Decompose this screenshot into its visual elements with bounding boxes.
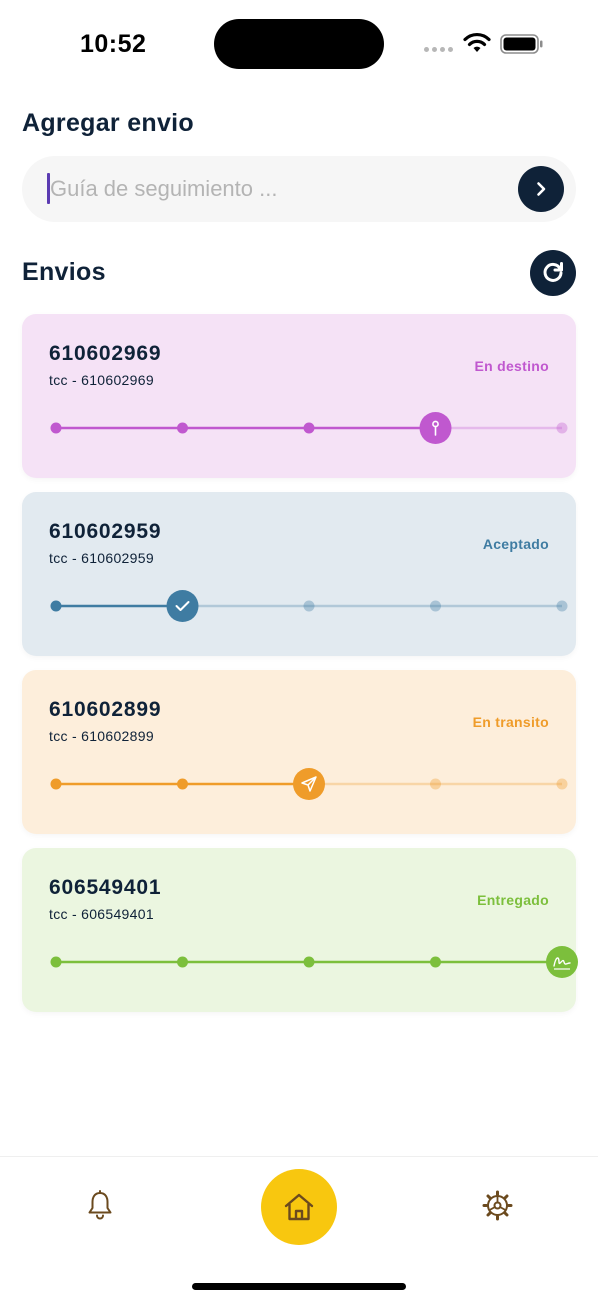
shipment-number: 606549401 <box>49 876 162 899</box>
home-icon <box>284 1193 314 1221</box>
chevron-right-icon <box>537 182 546 196</box>
tab-notifications[interactable] <box>86 1189 114 1221</box>
shipment-progress-track <box>50 412 568 444</box>
shipment-number: 610602969 <box>49 342 162 365</box>
tab-home[interactable] <box>261 1169 337 1245</box>
refresh-button[interactable] <box>530 250 576 296</box>
shipment-number: 610602959 <box>49 520 162 543</box>
shipment-status: Aceptado <box>482 536 549 552</box>
signature-icon <box>546 946 578 978</box>
shipment-card[interactable]: 610602969 tcc - 610602969 En destino <box>22 314 576 478</box>
tracking-search-box <box>22 156 576 222</box>
progress-step-done <box>177 956 188 968</box>
check-icon <box>166 590 199 622</box>
progress-step-done <box>50 600 62 612</box>
dynamic-island <box>214 19 384 69</box>
shipment-carrier: tcc - 606549401 <box>49 906 154 922</box>
progress-step-done <box>303 422 315 434</box>
shipment-carrier: tcc - 610602899 <box>49 728 154 744</box>
shipment-progress-track <box>50 768 568 800</box>
shipment-number: 610602899 <box>49 698 162 721</box>
progress-step-done <box>50 778 62 790</box>
battery-icon <box>500 34 543 54</box>
gear-icon <box>482 1190 513 1221</box>
bottom-tab-bar <box>0 1156 598 1300</box>
send-icon <box>293 768 325 800</box>
home-indicator <box>192 1283 406 1290</box>
progress-step-pending <box>556 600 568 612</box>
progress-step-pending <box>556 778 568 790</box>
status-time: 10:52 <box>80 30 147 58</box>
add-shipment-title: Agregar envio <box>22 109 195 137</box>
progress-step-done <box>177 422 188 434</box>
shipment-carrier: tcc - 610602969 <box>49 372 154 388</box>
shipment-progress-track <box>50 590 568 622</box>
progress-step-pending <box>303 600 315 612</box>
progress-step-pending <box>430 778 441 790</box>
shipment-card[interactable]: 606549401 tcc - 606549401 Entregado <box>22 848 578 1012</box>
pin-icon <box>419 412 452 444</box>
tracking-number-input[interactable] <box>48 168 488 210</box>
shipment-card[interactable]: 610602899 tcc - 610602899 En transito <box>22 670 576 834</box>
cellular-signal-icon <box>424 47 453 52</box>
progress-step-done <box>177 778 188 790</box>
shipment-progress-track <box>50 946 578 978</box>
shipments-title: Envios <box>22 258 106 286</box>
progress-step-pending <box>556 422 568 434</box>
progress-step-done <box>50 422 62 434</box>
progress-step-pending <box>430 600 441 612</box>
shipment-status: Entregado <box>477 892 549 908</box>
progress-step-done <box>50 956 62 968</box>
shipment-status: En destino <box>474 358 549 374</box>
shipment-carrier: tcc - 610602959 <box>49 550 154 566</box>
wifi-icon <box>463 32 491 52</box>
submit-tracking-button[interactable] <box>518 166 564 212</box>
shipment-status: En transito <box>472 714 549 730</box>
bell-icon <box>88 1190 112 1220</box>
shipment-card[interactable]: 610602959 tcc - 610602959 Aceptado <box>22 492 576 656</box>
progress-step-done <box>303 956 315 968</box>
refresh-icon <box>543 262 563 282</box>
status-bar: 10:52 <box>0 0 598 90</box>
progress-step-done <box>430 956 441 968</box>
tab-settings[interactable] <box>482 1190 513 1221</box>
